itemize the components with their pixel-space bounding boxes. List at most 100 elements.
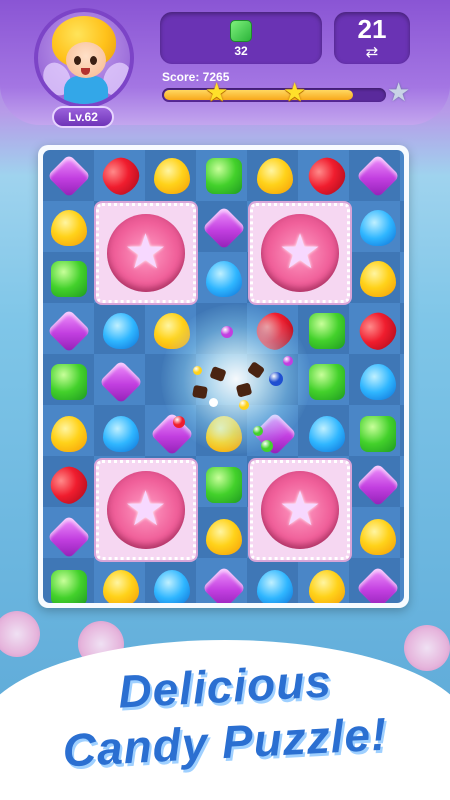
red-jelly-bean-icon[interactable] <box>45 461 93 509</box>
green-square-candy-icon[interactable] <box>51 261 87 297</box>
board-cell[interactable] <box>198 459 249 510</box>
board-cell[interactable] <box>352 408 403 459</box>
star-icon: ★ <box>205 78 229 108</box>
yellow-drop-candy-icon[interactable] <box>154 158 190 194</box>
blue-drop-candy-icon[interactable] <box>102 415 139 452</box>
board-cell[interactable] <box>301 408 352 459</box>
candy-particle <box>221 326 233 338</box>
red-jelly-bean-icon[interactable] <box>96 152 145 200</box>
blue-drop-candy-icon[interactable] <box>205 261 242 297</box>
cake-frosting: ★ <box>106 213 185 292</box>
green-square-candy-icon[interactable] <box>51 364 87 400</box>
yellow-drop-candy-icon[interactable] <box>360 518 396 555</box>
board-cell[interactable] <box>352 305 403 356</box>
moves-panel: 21 ⇄ <box>334 12 410 64</box>
board-cell[interactable] <box>95 305 146 356</box>
candy-particle <box>253 426 263 436</box>
board-cell[interactable] <box>301 305 352 356</box>
board-cell[interactable] <box>198 253 249 304</box>
board-cell[interactable] <box>43 511 94 562</box>
cake-frosting: ★ <box>261 213 339 292</box>
green-square-candy-icon[interactable] <box>308 312 345 349</box>
board-cell[interactable] <box>95 356 146 407</box>
board-cell[interactable] <box>43 305 94 356</box>
board-cell[interactable] <box>95 150 146 201</box>
blue-drop-candy-icon[interactable] <box>360 364 396 400</box>
red-jelly-bean-icon[interactable] <box>302 152 351 200</box>
candy-particle <box>173 416 185 428</box>
cake-frosting: ★ <box>261 471 339 549</box>
candy-particle <box>283 356 293 366</box>
swap-icon: ⇄ <box>365 43 379 61</box>
purple-candy-icon[interactable] <box>47 308 91 353</box>
pink-cake-blocker: ★ <box>95 460 196 560</box>
yellow-drop-candy-icon[interactable] <box>360 261 396 297</box>
star-icon: ★ <box>283 78 307 108</box>
board-cell[interactable] <box>352 459 403 510</box>
cake-star-icon: ★ <box>123 223 168 280</box>
board-cell[interactable] <box>249 150 300 201</box>
board-cell[interactable] <box>352 356 403 407</box>
game-board[interactable]: ★ ★ ★ ★ <box>43 150 404 603</box>
purple-candy-icon[interactable] <box>47 154 91 198</box>
purple-candy-icon[interactable] <box>98 360 143 404</box>
candy-particle <box>261 440 273 452</box>
avatar-eye <box>74 56 81 65</box>
pink-cake-blocker: ★ <box>250 460 350 560</box>
player-avatar[interactable] <box>34 8 134 108</box>
purple-candy-icon[interactable] <box>201 205 246 250</box>
pink-cake-blocker: ★ <box>95 202 196 303</box>
board-cell[interactable] <box>43 150 94 201</box>
green-square-candy-icon[interactable] <box>308 364 345 400</box>
blue-drop-candy-icon[interactable] <box>360 209 396 246</box>
game-board-frame: ★ ★ ★ ★ <box>38 145 409 608</box>
board-cell[interactable] <box>352 511 403 562</box>
red-jelly-bean-icon[interactable] <box>354 306 402 355</box>
blue-drop-candy-icon[interactable] <box>102 312 139 349</box>
board-cell[interactable] <box>146 150 197 201</box>
chocolate-particle <box>192 384 208 400</box>
purple-candy-icon[interactable] <box>356 154 400 198</box>
board-cell[interactable] <box>198 511 249 562</box>
cake-star-icon: ★ <box>278 223 322 280</box>
board-cell[interactable] <box>43 356 94 407</box>
avatar-shirt <box>64 76 108 104</box>
candy-particle <box>193 366 202 375</box>
green-square-candy-icon <box>230 20 252 42</box>
score-progress-bar <box>162 88 386 102</box>
candy-particle <box>269 372 283 386</box>
score-progress-fill <box>164 90 353 100</box>
board-cell[interactable] <box>43 408 94 459</box>
blue-drop-candy-icon[interactable] <box>308 415 345 452</box>
board-cell[interactable] <box>95 408 146 459</box>
flower-icon <box>0 611 40 657</box>
board-cell[interactable] <box>198 202 249 253</box>
level-badge: Lv.62 <box>52 106 114 128</box>
yellow-drop-candy-icon[interactable] <box>51 415 87 452</box>
explosion-effect <box>161 304 311 454</box>
purple-candy-icon[interactable] <box>47 514 91 559</box>
yellow-drop-candy-icon[interactable] <box>205 518 242 555</box>
board-cell[interactable] <box>301 150 352 201</box>
board-cell[interactable] <box>43 202 94 253</box>
yellow-drop-candy-icon[interactable] <box>257 158 293 194</box>
yellow-drop-candy-icon[interactable] <box>51 209 87 246</box>
star-icon: ★ <box>387 78 411 108</box>
cake-star-icon: ★ <box>123 481 168 537</box>
goal-count: 32 <box>234 44 248 58</box>
board-cell[interactable] <box>43 253 94 304</box>
board-cell[interactable] <box>352 150 403 201</box>
avatar-eye <box>90 56 97 65</box>
green-square-candy-icon[interactable] <box>360 415 396 452</box>
candy-particle <box>209 398 218 407</box>
board-cell[interactable] <box>352 253 403 304</box>
cake-frosting: ★ <box>106 471 185 549</box>
purple-candy-icon[interactable] <box>356 463 400 507</box>
green-square-candy-icon[interactable] <box>205 467 242 503</box>
board-cell[interactable] <box>43 459 94 510</box>
board-cell[interactable] <box>198 150 249 201</box>
pink-cake-blocker: ★ <box>250 202 350 303</box>
green-square-candy-icon[interactable] <box>205 158 242 194</box>
cake-star-icon: ★ <box>278 481 322 537</box>
board-cell[interactable] <box>352 202 403 253</box>
